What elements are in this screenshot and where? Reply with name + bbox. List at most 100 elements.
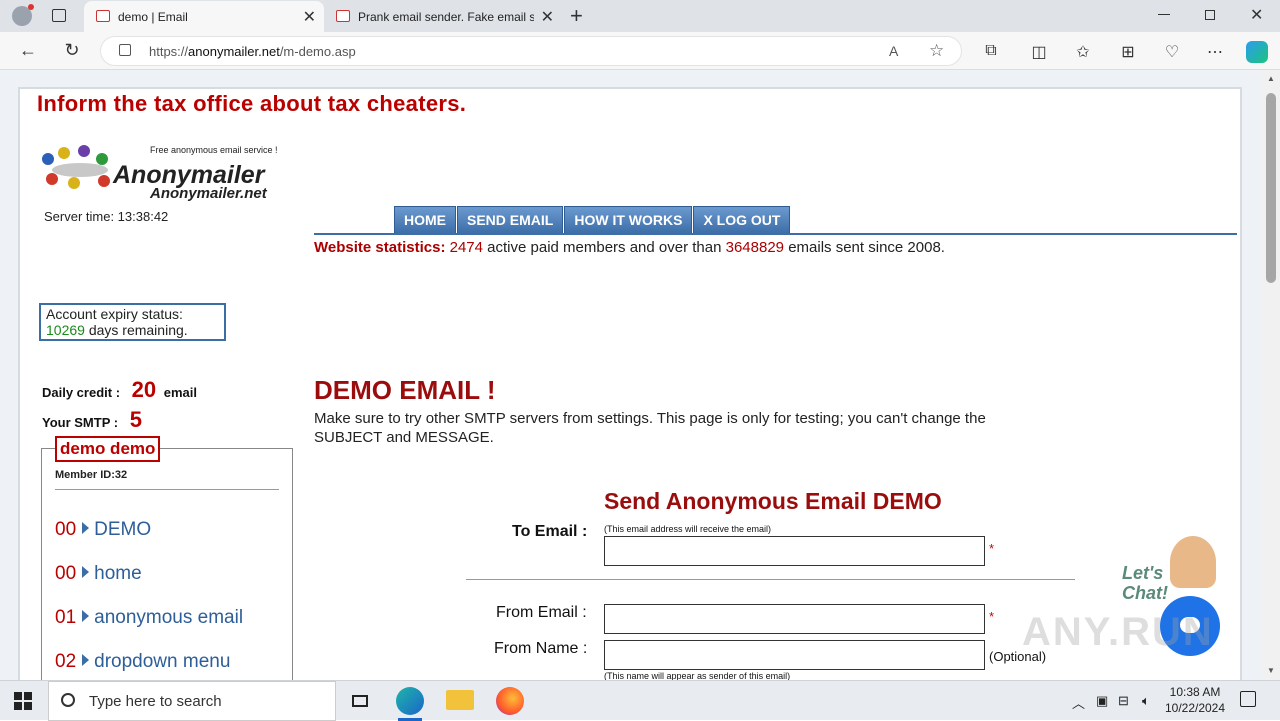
favorites-icon[interactable]: ✩ — [1073, 42, 1093, 62]
windows-start-icon[interactable] — [14, 692, 32, 710]
edge-icon[interactable] — [396, 687, 424, 715]
task-view-icon[interactable] — [346, 687, 374, 715]
send-form-heading: Send Anonymous Email DEMO — [604, 488, 942, 514]
show-hidden-icons[interactable]: ︿ — [1072, 693, 1085, 712]
stats-mid-text: active paid members and over than — [487, 239, 722, 256]
restore-button[interactable] — [1205, 10, 1215, 20]
device-icon[interactable]: ▣ — [1096, 693, 1108, 709]
network-icon[interactable]: ⊟ — [1118, 693, 1129, 709]
logo-figure-icon — [68, 177, 80, 189]
taskbar-search[interactable]: Type here to search — [48, 681, 336, 721]
menu-log-out[interactable]: X LOG OUT — [693, 206, 791, 234]
refresh-icon[interactable]: ↻ — [61, 40, 83, 61]
scrollbar-thumb[interactable] — [1266, 93, 1276, 283]
close-tab-icon[interactable]: ✕ — [541, 7, 554, 27]
site-favicon-icon — [96, 10, 110, 22]
logo-figure-icon — [96, 153, 108, 165]
arrow-right-icon — [82, 522, 90, 534]
close-tab-icon[interactable]: ✕ — [303, 7, 316, 27]
member-id: Member ID:32 — [55, 469, 128, 481]
menu-divider — [314, 233, 1237, 235]
from-name-field[interactable] — [604, 640, 985, 670]
required-mark: * — [989, 541, 995, 556]
minimize-button[interactable] — [1158, 14, 1170, 15]
lets-chat-badge[interactable]: Let's Chat! — [1122, 563, 1168, 603]
favorite-star-icon[interactable]: ☆ — [929, 41, 944, 61]
sidebar-item-anonymous-email[interactable]: 01 anonymous email — [55, 607, 243, 629]
banner-headline[interactable]: Inform the tax office about tax cheaters… — [37, 91, 466, 117]
logo-figure-icon — [42, 153, 54, 165]
logo-figure-icon — [98, 175, 110, 187]
url-text: https://anonymailer.net/m-demo.asp — [149, 44, 356, 59]
back-icon[interactable]: ← — [17, 40, 39, 61]
more-menu-icon[interactable]: ⋯ — [1205, 42, 1225, 62]
arrow-right-icon — [82, 566, 90, 578]
tab-demo-email[interactable]: demo | Email ✕ — [84, 1, 324, 32]
collections-icon[interactable]: ⊞ — [1118, 42, 1138, 62]
to-email-label: To Email : — [512, 523, 588, 540]
file-explorer-icon[interactable] — [446, 690, 474, 710]
notification-dot — [28, 4, 34, 10]
tab-label: demo | Email — [118, 9, 188, 24]
scroll-up-icon[interactable]: ▲ — [1267, 74, 1275, 83]
menu-send-email[interactable]: SEND EMAIL — [457, 206, 564, 234]
daily-credit-value: 20 — [131, 377, 157, 402]
read-aloud-icon[interactable]: A — [889, 43, 898, 59]
notifications-icon[interactable] — [1240, 691, 1256, 707]
performance-icon[interactable]: ♡ — [1162, 42, 1182, 62]
from-name-label: From Name : — [494, 640, 588, 657]
expiry-days-text: days remaining. — [88, 322, 188, 338]
tab-prank-email[interactable]: Prank email sender. Fake email se ✕ — [324, 1, 562, 32]
search-icon — [61, 693, 75, 707]
close-window-button[interactable]: ✕ — [1250, 5, 1263, 25]
copilot-icon[interactable] — [1246, 41, 1268, 63]
from-email-field[interactable] — [604, 604, 985, 634]
menu-home[interactable]: HOME — [394, 206, 456, 234]
firefox-icon[interactable] — [496, 687, 524, 715]
sidebar-item-home[interactable]: 00 home — [55, 563, 142, 585]
address-bar[interactable]: https://anonymailer.net/m-demo.asp A ☆ — [100, 36, 962, 66]
site-favicon-icon — [336, 10, 350, 22]
expiry-label: Account expiry status: — [46, 306, 183, 322]
from-name-hint: (This name will appear as sender of this… — [604, 671, 791, 680]
chat-agent-avatar — [1170, 536, 1216, 588]
stats-end-text: emails sent since 2008. — [788, 239, 945, 256]
search-placeholder: Type here to search — [89, 693, 222, 710]
scroll-down-icon[interactable]: ▼ — [1267, 666, 1275, 675]
required-mark: * — [989, 609, 995, 624]
smtp-value: 5 — [129, 407, 142, 432]
account-expiry-box: Account expiry status: 10269 days remain… — [39, 303, 226, 341]
tab-label: Prank email sender. Fake email se — [358, 9, 534, 24]
stats-label: Website statistics: — [314, 239, 446, 256]
vertical-scrollbar[interactable]: ▲ ▼ — [1262, 70, 1280, 680]
daily-credit-unit: email — [163, 385, 198, 400]
logo-figure-icon — [58, 147, 70, 159]
member-name: demo demo — [55, 436, 161, 462]
member-divider — [55, 489, 279, 490]
sidebar-item-dropdown-menu[interactable]: 02 dropdown menu — [55, 651, 230, 673]
new-tab-button[interactable]: + — [570, 3, 583, 29]
split-screen-icon[interactable]: ◫ — [1029, 42, 1049, 62]
web-page: Inform the tax office about tax cheaters… — [0, 70, 1262, 680]
clock-time: 10:38 AM — [1169, 685, 1221, 699]
demo-description: Make sure to try other SMTP servers from… — [314, 410, 986, 446]
tab-actions-icon[interactable] — [52, 9, 66, 22]
to-email-hint: (This email address will receive the ema… — [604, 524, 772, 534]
clock-date: 10/22/2024 — [1164, 701, 1226, 715]
logo-figure-icon — [46, 173, 58, 185]
site-logo[interactable]: Free anonymous email service ! Anonymail… — [38, 143, 278, 203]
watermark: ANY.RUN — [1022, 610, 1214, 654]
arrow-right-icon — [82, 654, 90, 666]
taskbar-clock[interactable]: 10:38 AM 10/22/2024 — [1160, 684, 1230, 716]
extensions-icon[interactable]: ⧉ — [981, 42, 1001, 60]
logo-tagline: Free anonymous email service ! — [150, 145, 278, 155]
emails-count: 3648829 — [725, 239, 785, 256]
menu-how-it-works[interactable]: HOW IT WORKS — [564, 206, 693, 234]
to-email-field[interactable] — [604, 536, 985, 566]
demo-heading: DEMO EMAIL ! — [314, 375, 496, 405]
volume-icon[interactable]: 🔈︎ — [1142, 693, 1150, 709]
taskbar: Type here to search ︿ ▣ ⊟ 🔈︎ 10:38 AM 10… — [0, 680, 1280, 721]
daily-credit-label: Daily credit : — [42, 385, 121, 400]
main-menu: HOME SEND EMAIL HOW IT WORKS X LOG OUT — [394, 206, 791, 234]
sidebar-item-demo[interactable]: 00 DEMO — [55, 519, 151, 541]
